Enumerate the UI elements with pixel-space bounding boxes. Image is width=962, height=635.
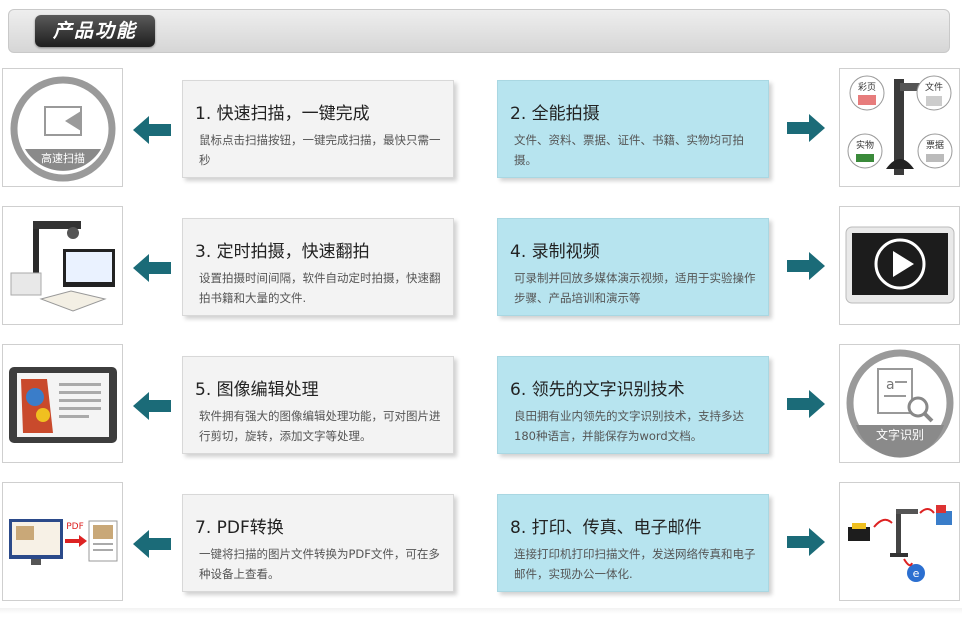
- ocr-icon: a 文字识别: [846, 349, 954, 458]
- feature-card-8: 8. 打印、传真、电子邮件 连接打印机打印扫描文件，发送网络传真和电子邮件，实现…: [497, 494, 769, 592]
- capture-label-3: 实物: [856, 139, 874, 151]
- feature-card-3: 3. 定时拍摄，快速翻拍 设置拍摄时间间隔，软件自动定时拍摄，快速翻拍书籍和大量…: [182, 218, 454, 316]
- feature-card-2: 2. 全能拍摄 文件、资料、票据、证件、书籍、实物均可拍摄。: [497, 80, 769, 178]
- feature-title: 3. 定时拍摄，快速翻拍: [195, 242, 370, 262]
- scanner-thumb-label: 高速扫描: [41, 151, 85, 165]
- feature-title: 4. 录制视频: [510, 242, 600, 262]
- feature-desc: 鼠标点击扫描按钮，一键完成扫描，最快只需一秒: [199, 133, 441, 167]
- book-scanning-icon: [10, 221, 115, 312]
- arrow-left-icon: [133, 116, 171, 144]
- feature-title: 8. 打印、传真、电子邮件: [510, 518, 702, 538]
- bottom-divider: [0, 608, 962, 614]
- svg-text:a: a: [886, 377, 895, 393]
- video-play-icon: [845, 226, 955, 304]
- feature-desc: 可录制并回放多媒体演示视频，适用于实验操作步骤、产品培训和演示等: [514, 271, 756, 305]
- capture-label-2: 文件: [925, 81, 943, 93]
- feature-card-1: 1. 快速扫描，一键完成 鼠标点击扫描按钮，一键完成扫描，最快只需一秒: [182, 80, 454, 178]
- book-scan-thumb: [2, 206, 123, 325]
- print-fax-email-icon: e: [848, 505, 952, 582]
- feature-card-4: 4. 录制视频 可录制并回放多媒体演示视频，适用于实验操作步骤、产品培训和演示等: [497, 218, 769, 316]
- section-title: 产品功能: [52, 20, 137, 42]
- feature-card-5: 5. 图像编辑处理 软件拥有强大的图像编辑处理功能，可对图片进行剪切，旋转，添加…: [182, 356, 454, 454]
- arrow-left-icon: [133, 392, 171, 420]
- feature-title: 5. 图像编辑处理: [195, 380, 319, 400]
- pdf-thumb: PDF: [2, 482, 123, 601]
- feature-title: 2. 全能拍摄: [510, 104, 600, 124]
- pdf-convert-icon: PDF: [9, 519, 118, 565]
- arrow-right-icon: [787, 114, 825, 142]
- feature-desc: 软件拥有强大的图像编辑处理功能，可对图片进行剪切，旋转，添加文字等处理。: [199, 409, 441, 443]
- feature-title: 7. PDF转换: [195, 518, 284, 538]
- capture-types-thumb: 彩页 文件 实物 票据: [839, 68, 960, 187]
- arrow-right-icon: [787, 390, 825, 418]
- print-fax-email-thumb: e: [839, 482, 960, 601]
- feature-desc: 一键将扫描的图片文件转换为PDF文件，可在多种设备上查看。: [199, 547, 440, 581]
- document-camera-icon: 彩页 文件 实物 票据: [847, 75, 953, 175]
- feature-desc: 连接打印机打印扫描文件，发送网络传真和电子邮件，实现办公一体化.: [514, 547, 756, 581]
- section-title-tab: 产品功能: [35, 15, 155, 47]
- image-edit-icon: [9, 367, 117, 443]
- capture-label-4: 票据: [926, 139, 944, 151]
- scanner-icon: 高速扫描: [10, 76, 116, 182]
- arrow-left-icon: [133, 530, 171, 558]
- arrow-right-icon: [787, 252, 825, 280]
- svg-text:e: e: [913, 567, 920, 580]
- ocr-thumb-label: 文字识别: [876, 427, 924, 442]
- feature-card-6: 6. 领先的文字识别技术 良田拥有业内领先的文字识别技术，支持多达180种语言，…: [497, 356, 769, 454]
- image-edit-thumb: [2, 344, 123, 463]
- arrow-right-icon: [787, 528, 825, 556]
- feature-desc: 良田拥有业内领先的文字识别技术，支持多达180种语言，并能保存为word文档。: [514, 409, 744, 443]
- scanner-thumb: 高速扫描: [2, 68, 123, 187]
- ocr-thumb: a 文字识别: [839, 344, 960, 463]
- feature-title: 1. 快速扫描，一键完成: [195, 104, 370, 124]
- video-thumb: [839, 206, 960, 325]
- feature-desc: 文件、资料、票据、证件、书籍、实物均可拍摄。: [514, 133, 744, 167]
- feature-card-7: 7. PDF转换 一键将扫描的图片文件转换为PDF文件，可在多种设备上查看。: [182, 494, 454, 592]
- feature-desc: 设置拍摄时间间隔，软件自动定时拍摄，快速翻拍书籍和大量的文件.: [199, 271, 441, 305]
- feature-title: 6. 领先的文字识别技术: [510, 380, 685, 400]
- pdf-thumb-label: PDF: [66, 522, 84, 532]
- section-header: 产品功能: [8, 9, 950, 53]
- arrow-left-icon: [133, 254, 171, 282]
- capture-label-1: 彩页: [858, 82, 876, 93]
